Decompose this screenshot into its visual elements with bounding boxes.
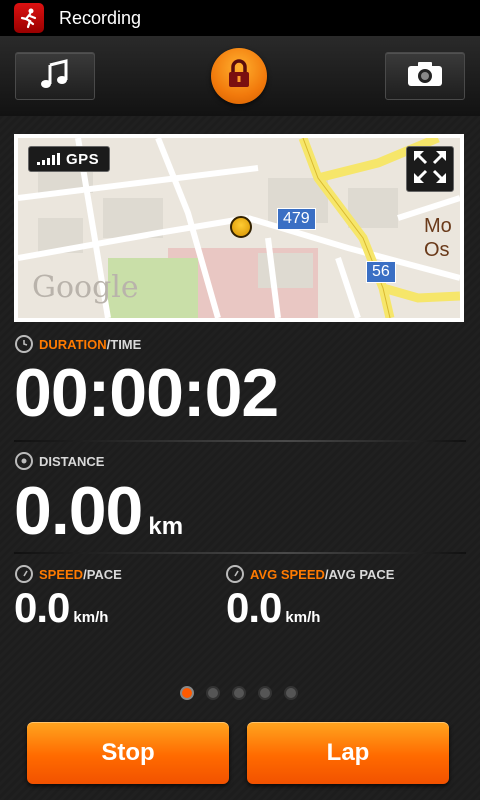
signal-bars-icon: [37, 153, 60, 165]
distance-icon: [15, 452, 33, 470]
avg-speed-label: AVG SPEED/AVG PACE: [226, 565, 394, 583]
speed-unit: km/h: [73, 609, 109, 626]
divider: [14, 440, 466, 442]
duration-value: 00:00:02: [14, 355, 279, 431]
expand-map-button[interactable]: [406, 146, 454, 192]
gps-indicator: GPS: [28, 146, 110, 172]
location-marker: [230, 216, 252, 238]
camera-button[interactable]: [385, 52, 465, 100]
road-label: 56: [366, 261, 396, 283]
clock-icon: [15, 335, 33, 353]
camera-icon: [405, 59, 445, 94]
speedometer-icon: [226, 565, 244, 583]
speed-label: SPEED/PACE: [15, 565, 122, 583]
distance-value: 0.00 km: [14, 473, 184, 549]
distance-label: DISTANCE: [15, 452, 104, 470]
page-dot[interactable]: [284, 686, 298, 700]
road-label: 479: [277, 208, 316, 230]
stop-button[interactable]: Stop: [27, 722, 229, 784]
gps-label: GPS: [66, 150, 100, 168]
speedometer-icon: [15, 565, 33, 583]
toolbar: [0, 36, 480, 116]
runner-icon: [14, 3, 44, 33]
page-dot[interactable]: [232, 686, 246, 700]
map-frame: GPS 479 56 Mo Os Google: [14, 134, 464, 322]
google-logo: Google: [32, 270, 139, 305]
distance-unit: km: [148, 513, 184, 540]
avg-speed-unit: km/h: [285, 609, 321, 626]
expand-icon: [412, 149, 448, 190]
status-bar: Recording: [0, 0, 480, 36]
page-indicator: [180, 686, 298, 700]
app-title: Recording: [59, 7, 142, 28]
music-button[interactable]: [15, 52, 95, 100]
avg-speed-value: 0.0 km/h: [226, 584, 321, 631]
page-dot-active[interactable]: [180, 686, 194, 700]
music-note-icon: [38, 57, 72, 96]
recording-panel: GPS 479 56 Mo Os Google DURATION/TIME 00…: [0, 116, 480, 800]
lock-icon: [226, 58, 252, 94]
place-label: Mo Os: [424, 215, 452, 261]
page-dot[interactable]: [206, 686, 220, 700]
lock-button[interactable]: [211, 48, 267, 104]
speed-value: 0.0 km/h: [14, 584, 109, 631]
map-view[interactable]: GPS 479 56 Mo Os Google: [18, 138, 460, 318]
page-dot[interactable]: [258, 686, 272, 700]
duration-label: DURATION/TIME: [15, 335, 141, 353]
divider: [14, 552, 466, 554]
lap-button[interactable]: Lap: [247, 722, 449, 784]
